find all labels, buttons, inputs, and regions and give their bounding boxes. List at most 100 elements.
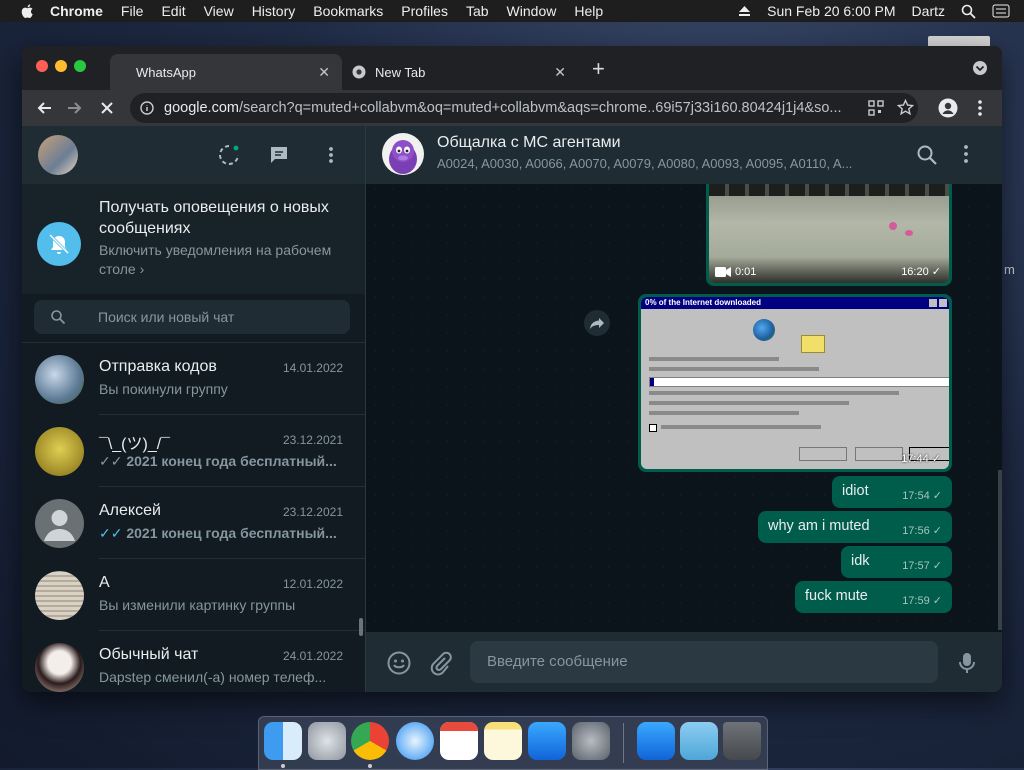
menu-edit[interactable]: Edit (161, 0, 185, 22)
qr-code-icon[interactable] (868, 100, 884, 116)
message-text: fuck mute (805, 588, 868, 604)
image-message[interactable]: 0% of the Internet downloaded 17:44 ✓ (638, 294, 952, 472)
list-item[interactable]: Алексей 23.12.2021 ✓✓ 2021 конец года бе… (22, 487, 365, 559)
enable-notifications-link[interactable]: Включить уведомления на рабочем столе › (99, 241, 349, 279)
bookmark-star-icon[interactable] (897, 99, 914, 116)
notes-icon[interactable] (484, 722, 522, 760)
close-tab-icon[interactable]: ✕ (554, 64, 566, 81)
control-center-icon[interactable] (992, 4, 1010, 18)
more-vertical-icon[interactable] (319, 143, 343, 167)
message-bubble[interactable]: fuck mute 17:59 ✓ (795, 581, 952, 613)
calendar-icon[interactable] (440, 722, 478, 760)
message-text: idk (851, 553, 870, 569)
avatar[interactable] (38, 135, 78, 175)
menu-profiles[interactable]: Profiles (401, 0, 448, 22)
chat-preview: Вы изменили картинку группы (99, 597, 296, 613)
video-message[interactable]: 0:01 16:20 ✓ (706, 184, 952, 286)
dialog-text-line (661, 425, 821, 429)
sidebar-scrollbar[interactable] (359, 618, 363, 636)
conversation-header[interactable]: Общалка с МС агентами A0024, A0030, A006… (366, 126, 1002, 184)
chrome-menu-button[interactable] (968, 96, 992, 120)
message-bubble[interactable]: idiot 17:54 ✓ (832, 476, 952, 508)
avatar (35, 427, 84, 476)
finder-icon[interactable] (264, 722, 302, 760)
chat-name: Обычный чат (99, 646, 199, 663)
avatar (35, 643, 84, 692)
menubar-user[interactable]: Dartz (912, 0, 945, 22)
trash-icon[interactable] (723, 722, 761, 760)
app-store-downloads-icon[interactable] (637, 722, 675, 760)
running-indicator (281, 764, 285, 768)
menubar-clock[interactable]: Sun Feb 20 6:00 PM (767, 0, 895, 22)
microphone-icon[interactable] (954, 650, 980, 676)
status-icon[interactable] (217, 143, 241, 167)
dialog-button (799, 447, 847, 461)
search-icon[interactable] (916, 144, 938, 166)
close-tab-icon[interactable]: ✕ (318, 64, 330, 81)
dialog-button (855, 447, 903, 461)
message-bubble[interactable]: why am i muted 17:56 ✓ (758, 511, 952, 543)
chat-name: Алексей (99, 502, 161, 519)
notification-banner[interactable]: Получать оповещения о новых сообщениях В… (22, 184, 365, 294)
menu-file[interactable]: File (121, 0, 144, 22)
app-store-icon[interactable] (528, 722, 566, 760)
search-input[interactable]: Поиск или новый чат (34, 300, 350, 334)
avatar[interactable] (382, 133, 424, 175)
dialog-minimize-box (929, 299, 937, 307)
downloads-folder-icon[interactable] (680, 722, 718, 760)
paperclip-icon[interactable] (427, 650, 453, 676)
chat-name: Отправка кодов (99, 358, 217, 375)
safari-icon[interactable] (396, 722, 434, 760)
spotlight-search-icon[interactable] (961, 4, 976, 19)
close-window-button[interactable] (36, 60, 48, 72)
whatsapp-app: Получать оповещения о новых сообщениях В… (22, 126, 1002, 692)
menu-history[interactable]: History (252, 0, 296, 22)
message-input[interactable]: Введите сообщение (470, 641, 938, 683)
video-thumbnail[interactable]: 0:01 16:20 ✓ (709, 184, 949, 283)
tab-new-tab[interactable]: New Tab ✕ (342, 54, 578, 90)
more-vertical-icon[interactable] (963, 144, 969, 164)
conversation-scrollbar[interactable] (998, 470, 1002, 630)
emoji-icon[interactable] (386, 650, 412, 676)
image-thumbnail[interactable]: 0% of the Internet downloaded 17:44 ✓ (641, 297, 949, 469)
stop-loading-button[interactable] (95, 96, 119, 120)
list-item[interactable]: А 12.01.2022 Вы изменили картинку группы (22, 559, 365, 631)
menu-help[interactable]: Help (574, 0, 603, 22)
launchpad-icon[interactable] (308, 722, 346, 760)
url-host: google.com (164, 100, 239, 116)
list-item[interactable]: Обычный чат 24.01.2022 Dapstep сменил(-а… (22, 631, 365, 692)
apple-icon[interactable] (20, 3, 36, 19)
new-tab-button[interactable]: + (592, 58, 605, 80)
system-preferences-icon[interactable] (572, 722, 610, 760)
forward-button[interactable] (584, 310, 610, 336)
menu-view[interactable]: View (204, 0, 234, 22)
dock (258, 716, 768, 770)
list-item[interactable]: ¯\_(ツ)_/¯ 23.12.2021 ✓✓ 2021 конец года … (22, 415, 365, 487)
read-ticks-icon: ✓✓ (99, 453, 123, 469)
site-info-icon[interactable] (140, 101, 154, 115)
zoom-window-button[interactable] (74, 60, 86, 72)
menu-tab[interactable]: Tab (466, 0, 489, 22)
list-item[interactable]: Отправка кодов 14.01.2022 Вы покинули гр… (22, 343, 365, 415)
url-path: /search?q=muted+collabvm&oq=muted+collab… (238, 100, 842, 116)
message-time: 17:59 ✓ (902, 595, 942, 607)
minimize-window-button[interactable] (55, 60, 67, 72)
chrome-favicon-icon (352, 65, 366, 79)
video-camera-icon (715, 267, 731, 277)
profile-button[interactable] (936, 96, 960, 120)
dialog-text-line (649, 357, 779, 361)
back-button[interactable] (32, 96, 56, 120)
menu-bookmarks[interactable]: Bookmarks (313, 0, 383, 22)
new-chat-icon[interactable] (267, 143, 291, 167)
video-frame-dot (889, 222, 897, 230)
tab-search-chevron-icon[interactable] (972, 60, 988, 76)
forward-button[interactable] (63, 96, 87, 120)
menu-window[interactable]: Window (507, 0, 557, 22)
menu-app-name[interactable]: Chrome (50, 0, 103, 22)
chat-preview: Dapstep сменил(-а) номер телеф... (99, 669, 327, 685)
eject-icon[interactable] (738, 5, 751, 17)
address-bar[interactable]: google.com/search?q=muted+collabvm&oq=mu… (130, 93, 918, 123)
tab-whatsapp[interactable]: WhatsApp ✕ (110, 54, 342, 90)
message-bubble[interactable]: idk 17:57 ✓ (841, 546, 952, 578)
chrome-icon[interactable] (351, 722, 389, 760)
